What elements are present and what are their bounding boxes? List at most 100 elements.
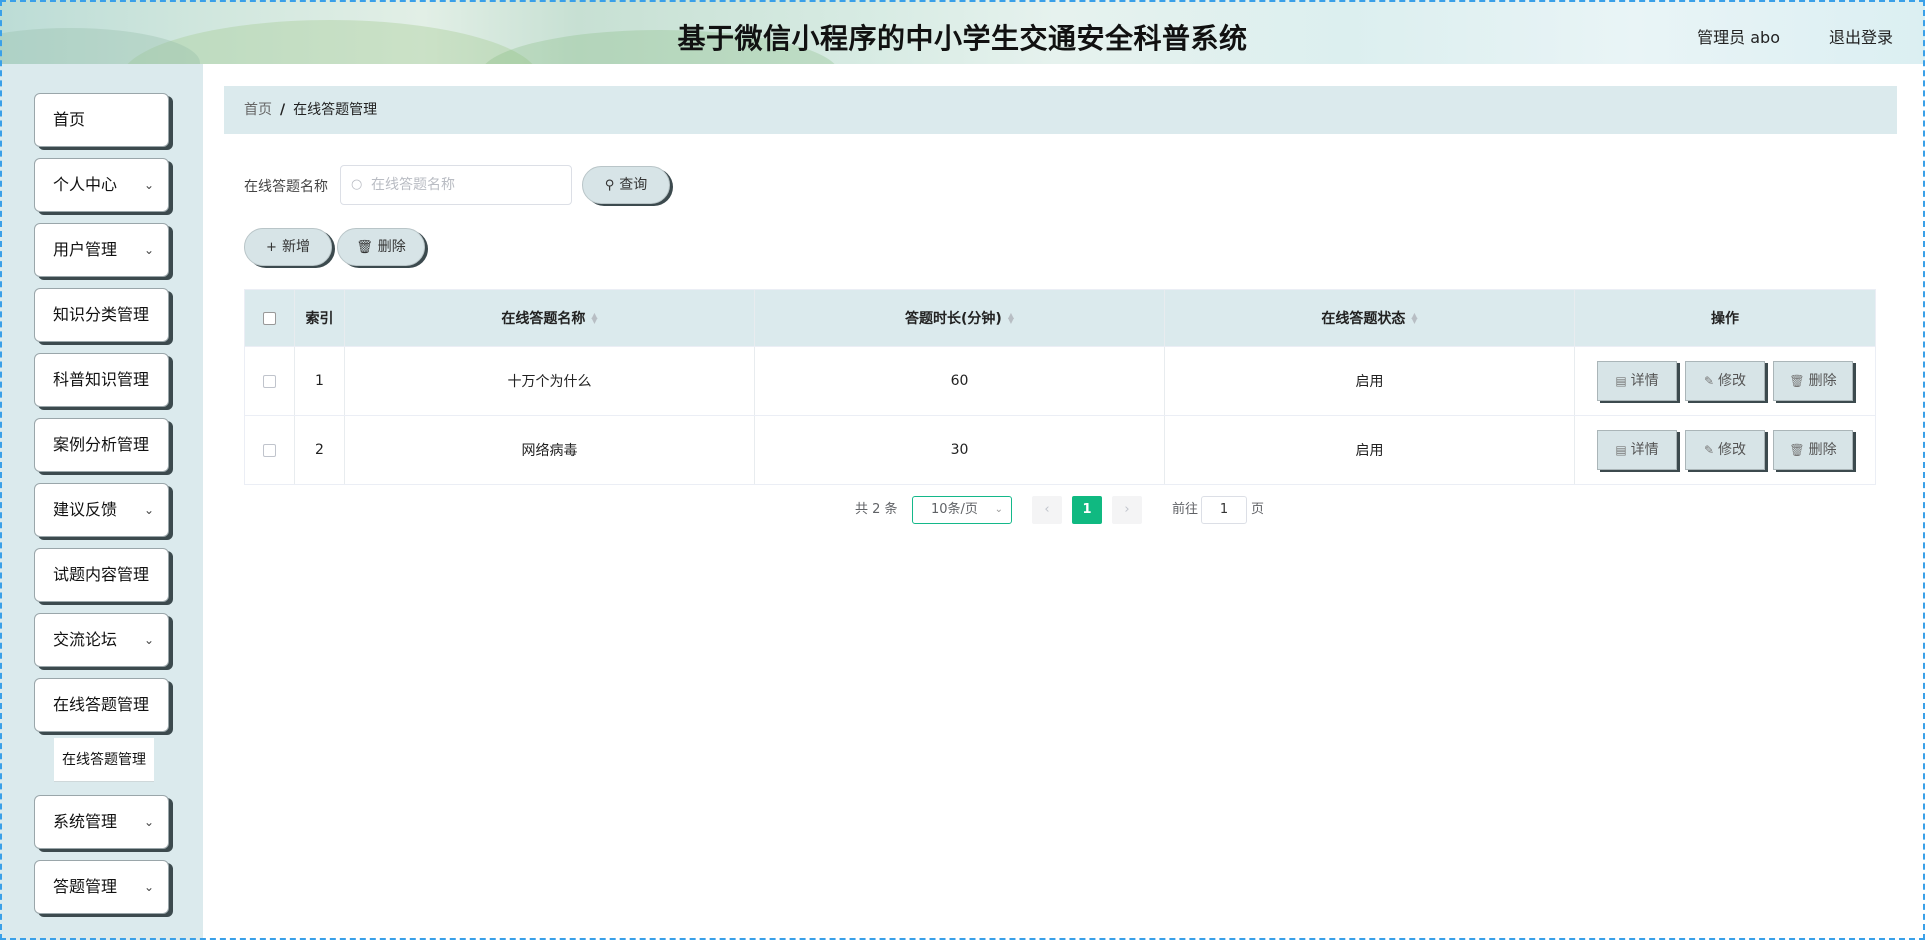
search-placeholder: 在线答题名称 <box>371 177 455 193</box>
row-index: 1 <box>295 347 345 415</box>
sort-icon[interactable]: ▲ ▼ <box>591 312 597 325</box>
chevron-down-icon: ⌄ <box>143 815 154 829</box>
pencil-icon: ✎ <box>1703 443 1715 457</box>
sidebar-item-forum[interactable]: 交流论坛 ⌄ <box>34 613 169 667</box>
document-icon: ▤ <box>1615 443 1627 457</box>
row-select-cell <box>245 347 295 415</box>
sidebar-item-case-analysis[interactable]: 案例分析管理 <box>34 418 169 472</box>
breadcrumb: 首页 / 在线答题管理 <box>224 86 1897 134</box>
search-label: 在线答题名称 <box>244 179 328 195</box>
header-name[interactable]: 在线答题名称 ▲ ▼ <box>345 290 755 346</box>
sidebar-item-knowledge-category[interactable]: 知识分类管理 <box>34 288 169 342</box>
sidebar-item-label: 个人中心 <box>53 175 118 194</box>
chevron-down-icon: ⌄ <box>143 243 154 257</box>
row-duration: 30 <box>755 416 1165 484</box>
search-icon: ○ <box>351 177 363 192</box>
sidebar-item-label: 交流论坛 <box>53 630 118 649</box>
sidebar-item-home[interactable]: 首页 <box>34 93 169 147</box>
row-index: 2 <box>295 416 345 484</box>
detail-button-label: 详情 <box>1630 442 1659 458</box>
header-duration-label: 答题时长(分钟) <box>905 311 1002 327</box>
header-status[interactable]: 在线答题状态 ▲ ▼ <box>1165 290 1575 346</box>
row-checkbox[interactable] <box>263 443 276 457</box>
edit-button-label: 修改 <box>1718 442 1747 458</box>
header-index: 索引 <box>295 290 345 346</box>
row-name: 十万个为什么 <box>345 347 755 415</box>
sidebar-item-label: 知识分类管理 <box>53 305 150 324</box>
sidebar-item-question-content[interactable]: 试题内容管理 <box>34 548 169 602</box>
sidebar-item-label: 案例分析管理 <box>53 435 150 454</box>
plus-icon: + <box>266 240 277 255</box>
row-status: 启用 <box>1165 416 1575 484</box>
row-checkbox[interactable] <box>263 374 276 388</box>
sidebar: 首页 个人中心 ⌄ 用户管理 ⌄ 知识分类管理 科普知识管理 案例分析管理 建议… <box>0 64 203 940</box>
sidebar-item-label: 试题内容管理 <box>53 565 150 584</box>
breadcrumb-separator: / <box>280 102 286 118</box>
sidebar-item-label: 首页 <box>53 110 86 129</box>
sidebar-item-online-quiz[interactable]: 在线答题管理 <box>34 678 169 732</box>
chevron-right-icon: › <box>1124 502 1130 517</box>
sidebar-item-label: 科普知识管理 <box>53 370 150 389</box>
page-size-select[interactable]: 10条/页 ⌄ <box>912 496 1012 524</box>
data-table: 索引 在线答题名称 ▲ ▼ 答题时长(分钟) ▲ ▼ 在线答题状态 ▲ ▼ 操作 1 十万个… <box>244 289 1876 485</box>
header-duration[interactable]: 答题时长(分钟) ▲ ▼ <box>755 290 1165 346</box>
sidebar-item-label: 在线答题管理 <box>53 695 150 714</box>
breadcrumb-home[interactable]: 首页 <box>244 102 272 118</box>
sidebar-item-user-management[interactable]: 用户管理 ⌄ <box>34 223 169 277</box>
sort-icon[interactable]: ▲ ▼ <box>1008 312 1014 325</box>
delete-button[interactable]: 🗑 删除 <box>1773 430 1853 470</box>
add-button[interactable]: + 新增 <box>244 228 332 266</box>
sidebar-item-system-management[interactable]: 系统管理 ⌄ <box>34 795 169 849</box>
sidebar-item-label: 系统管理 <box>53 812 118 831</box>
header-index-label: 索引 <box>305 311 334 327</box>
document-icon: ▤ <box>1615 374 1627 388</box>
sidebar-item-science-knowledge[interactable]: 科普知识管理 <box>34 353 169 407</box>
sidebar-item-answer-management[interactable]: 答题管理 ⌄ <box>34 860 169 914</box>
sidebar-item-feedback[interactable]: 建议反馈 ⌄ <box>34 483 169 537</box>
trash-icon: 🗑 <box>1789 374 1805 388</box>
detail-button[interactable]: ▤ 详情 <box>1597 361 1677 401</box>
row-select-cell <box>245 416 295 484</box>
select-all-checkbox[interactable] <box>263 311 276 325</box>
query-button[interactable]: ⚲ 查询 <box>582 166 670 204</box>
header: 基于微信小程序的中小学生交通安全科普系统 管理员 abo 退出登录 <box>0 0 1925 64</box>
table-header: 索引 在线答题名称 ▲ ▼ 答题时长(分钟) ▲ ▼ 在线答题状态 ▲ ▼ 操作 <box>245 290 1875 346</box>
sidebar-item-label: 用户管理 <box>53 240 118 259</box>
header-status-label: 在线答题状态 <box>1321 311 1406 327</box>
chevron-down-icon: ⌄ <box>143 633 154 647</box>
delete-button-label: 删除 <box>1808 442 1837 458</box>
page-number-current[interactable]: 1 <box>1072 496 1102 524</box>
next-page-button[interactable]: › <box>1112 496 1142 524</box>
logout-link[interactable]: 退出登录 <box>1829 24 1893 48</box>
sidebar-item-personal-center[interactable]: 个人中心 ⌄ <box>34 158 169 212</box>
pencil-icon: ✎ <box>1703 374 1715 388</box>
header-operations: 操作 <box>1575 290 1875 346</box>
batch-delete-button[interactable]: 🗑 删除 <box>337 228 425 266</box>
add-button-label: 新增 <box>281 239 310 255</box>
prev-page-button[interactable]: ‹ <box>1032 496 1062 524</box>
search-input[interactable]: ○ 在线答题名称 <box>340 165 572 205</box>
trash-icon: 🗑 <box>1789 443 1805 457</box>
chevron-left-icon: ‹ <box>1044 502 1050 517</box>
row-operations: ▤ 详情 ✎ 修改 🗑 删除 <box>1575 347 1875 415</box>
goto-label: 前往 <box>1172 502 1199 517</box>
sidebar-item-label: 建议反馈 <box>53 500 118 519</box>
sidebar-item-label: 答题管理 <box>53 877 118 896</box>
detail-button[interactable]: ▤ 详情 <box>1597 430 1677 470</box>
chevron-down-icon: ⌄ <box>143 178 154 192</box>
header-select-cell <box>245 290 295 346</box>
delete-button[interactable]: 🗑 删除 <box>1773 361 1853 401</box>
edit-button[interactable]: ✎ 修改 <box>1685 361 1765 401</box>
batch-delete-button-label: 删除 <box>377 239 406 255</box>
breadcrumb-current: 在线答题管理 <box>293 102 378 118</box>
goto-page-input[interactable]: 1 <box>1201 496 1247 524</box>
submenu-item-online-quiz[interactable]: 在线答题管理 <box>54 738 154 782</box>
sort-icon[interactable]: ▲ ▼ <box>1411 312 1417 325</box>
query-button-label: 查询 <box>619 177 648 193</box>
edit-button[interactable]: ✎ 修改 <box>1685 430 1765 470</box>
chevron-down-icon: ⌄ <box>994 504 1003 515</box>
row-name: 网络病毒 <box>345 416 755 484</box>
row-status: 启用 <box>1165 347 1575 415</box>
header-name-label: 在线答题名称 <box>501 311 586 327</box>
row-operations: ▤ 详情 ✎ 修改 🗑 删除 <box>1575 416 1875 484</box>
